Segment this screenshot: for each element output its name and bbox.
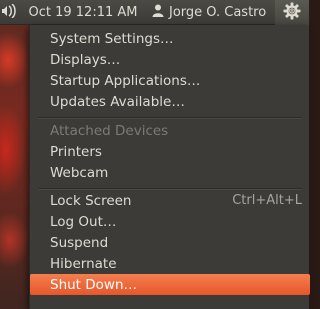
top-panel: Oct 19 12:11 AM Jorge O. Castro (0, 0, 309, 25)
menu-item-startup-applications[interactable]: Startup Applications… (30, 70, 310, 91)
menu-item-lock-screen[interactable]: Lock Screen Ctrl+Alt+L (30, 190, 310, 211)
user-name-label: Jorge O. Castro (169, 5, 267, 20)
menu-item-system-settings[interactable]: System Settings… (30, 28, 310, 49)
menu-item-printers[interactable]: Printers (30, 141, 310, 162)
menu-header-label: Attached Devices (50, 122, 169, 139)
menu-item-hibernate[interactable]: Hibernate (30, 253, 310, 274)
menu-item-label: Shut Down… (50, 276, 138, 293)
menu-item-shut-down[interactable]: Shut Down… (30, 274, 310, 295)
session-menu-button[interactable] (275, 0, 309, 25)
menu-separator (38, 117, 302, 119)
shortcut-label: Ctrl+Alt+L (232, 193, 302, 208)
menu-item-displays[interactable]: Displays… (30, 49, 310, 70)
clock-indicator[interactable]: Oct 19 12:11 AM (22, 0, 144, 25)
session-menu: System Settings… Displays… Startup Appli… (29, 25, 310, 309)
menu-item-log-out[interactable]: Log Out… (30, 211, 310, 232)
menu-header-attached-devices: Attached Devices (30, 120, 310, 141)
menu-item-label: Log Out… (50, 213, 117, 230)
menu-item-label: Updates Available… (50, 93, 185, 110)
menu-item-label: Lock Screen (50, 192, 132, 209)
person-icon (152, 4, 164, 21)
gear-power-icon (283, 2, 301, 24)
sound-indicator[interactable] (0, 0, 20, 25)
menu-item-label: Webcam (50, 164, 109, 181)
clock-label: Oct 19 12:11 AM (28, 5, 138, 20)
menu-item-webcam[interactable]: Webcam (30, 162, 310, 183)
menu-item-label: Suspend (50, 234, 109, 251)
menu-item-label: System Settings… (50, 30, 174, 47)
menu-item-label: Displays… (50, 51, 121, 68)
menu-item-label: Hibernate (50, 255, 117, 272)
menu-item-label: Printers (50, 143, 102, 160)
menu-item-updates-available[interactable]: Updates Available… (30, 91, 310, 112)
speaker-icon (1, 2, 19, 22)
menu-item-label: Startup Applications… (50, 72, 201, 89)
menu-item-suspend[interactable]: Suspend (30, 232, 310, 253)
user-indicator[interactable]: Jorge O. Castro (146, 0, 274, 25)
